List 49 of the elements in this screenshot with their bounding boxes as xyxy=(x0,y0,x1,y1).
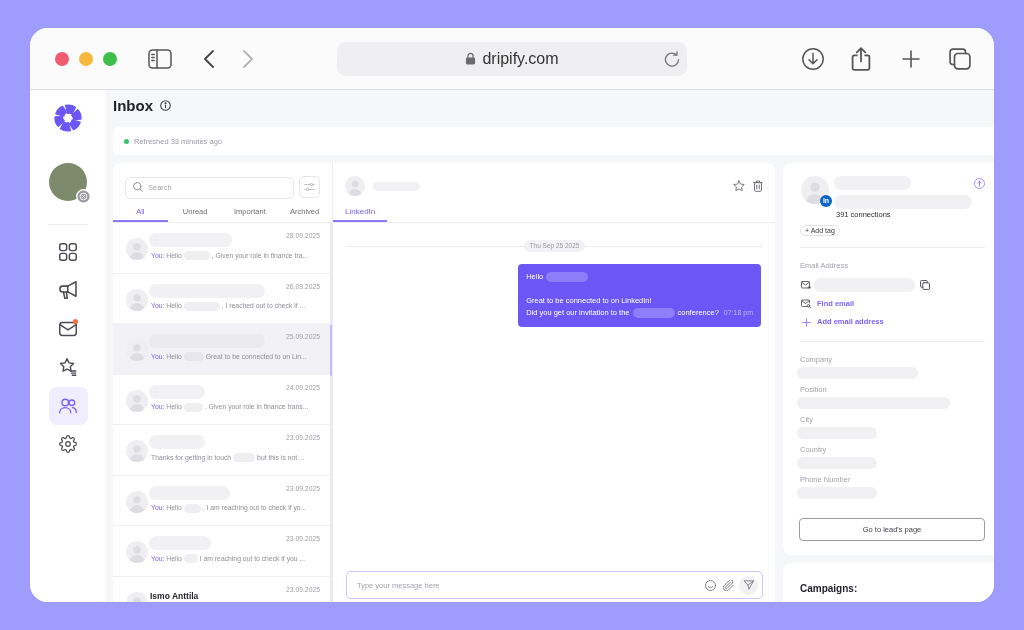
plus-icon xyxy=(802,317,811,327)
lock-icon xyxy=(465,52,477,65)
sidebar-nav-item[interactable] xyxy=(48,386,88,425)
search-icon xyxy=(133,182,143,192)
sliders-icon xyxy=(304,182,315,192)
status-dot-icon xyxy=(124,138,129,144)
gear-icon xyxy=(59,435,77,453)
trash-icon[interactable] xyxy=(752,180,763,192)
plus-icon[interactable] xyxy=(902,49,920,68)
download-icon[interactable] xyxy=(802,47,824,70)
copy-icon[interactable] xyxy=(920,280,930,290)
tabs-icon[interactable] xyxy=(949,47,971,70)
avatar-icon xyxy=(126,541,148,563)
star-icon[interactable] xyxy=(732,180,745,192)
scrollbar-thumb[interactable] xyxy=(330,324,332,376)
avatar-icon xyxy=(126,288,148,311)
envelope-search-icon xyxy=(801,299,811,309)
logo-icon[interactable] xyxy=(54,104,82,132)
status-badge-icon xyxy=(76,189,91,204)
avatar-photo[interactable] xyxy=(49,163,87,201)
avatar-icon xyxy=(126,440,148,462)
sidebar-icon[interactable] xyxy=(148,48,172,69)
campaigns-title: Campaigns: xyxy=(800,583,858,594)
paperclip-icon[interactable] xyxy=(723,579,734,591)
envelope-icon xyxy=(59,319,77,338)
send-icon xyxy=(743,580,754,590)
avatar-icon xyxy=(126,238,148,260)
avatar-icon xyxy=(345,176,365,196)
share-icon[interactable] xyxy=(851,46,871,71)
arrow-up-circle-icon[interactable] xyxy=(974,178,985,189)
address-bar[interactable]: dripify.com xyxy=(337,41,687,76)
grid-icon xyxy=(59,242,77,261)
avatar-icon xyxy=(126,490,148,513)
emoji-icon[interactable] xyxy=(705,579,716,591)
avatar-icon xyxy=(126,389,148,412)
reload-icon[interactable] xyxy=(664,50,680,67)
back-icon[interactable] xyxy=(203,48,215,69)
page-title: Inbox xyxy=(113,96,153,114)
people-icon xyxy=(59,396,77,415)
avatar-icon xyxy=(801,176,829,204)
megaphone-icon xyxy=(59,281,77,299)
star-list-icon xyxy=(59,358,77,376)
info-icon[interactable] xyxy=(160,99,171,111)
zoom-window-button[interactable] xyxy=(103,51,117,66)
contact-name: Ismo Anttila xyxy=(150,590,199,601)
close-window-button[interactable] xyxy=(55,51,69,66)
channel-tab[interactable]: LinkedIn xyxy=(333,200,388,222)
envelope-icon xyxy=(801,280,811,290)
url-text: dripify.com xyxy=(482,49,559,68)
